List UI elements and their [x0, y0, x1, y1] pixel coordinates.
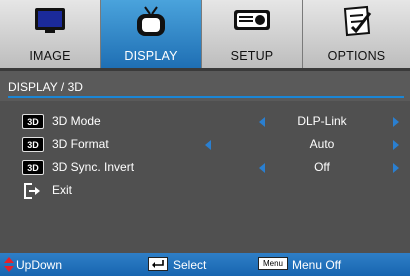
tab-image[interactable]: IMAGE: [0, 0, 101, 68]
tab-options-label: OPTIONS: [327, 49, 386, 63]
menu-item-label: Exit: [52, 183, 73, 197]
menu-item-label: 3D Format: [52, 137, 109, 151]
3d-badge-icon: 3D: [22, 160, 44, 175]
updown-arrow-icon: [4, 257, 14, 272]
tab-image-label: IMAGE: [29, 49, 71, 63]
right-arrow-icon[interactable]: [393, 140, 399, 150]
tab-bar: IMAGE DISPLAY SETUP OPTIONS: [0, 0, 410, 68]
tab-display-label: DISPLAY: [124, 49, 178, 63]
menu-key-icon: Menu: [258, 257, 288, 270]
projector-icon: [234, 10, 270, 30]
menu-item-value: Off: [314, 160, 330, 174]
right-arrow-icon[interactable]: [393, 117, 399, 127]
menu-item-label: 3D Mode: [52, 114, 101, 128]
menu-item-exit[interactable]: Exit: [0, 180, 410, 202]
checklist-icon: [343, 5, 371, 37]
menu-item-3d-format[interactable]: 3D 3D Format Auto: [0, 134, 410, 156]
tab-options[interactable]: OPTIONS: [303, 0, 410, 68]
3d-badge-icon: 3D: [22, 114, 44, 129]
menu-item-value: Auto: [309, 137, 335, 151]
osd-menu: IMAGE DISPLAY SETUP OPTIONS DISPLAY / 3D…: [0, 0, 410, 276]
tab-setup[interactable]: SETUP: [202, 0, 303, 68]
tab-display[interactable]: DISPLAY: [101, 0, 202, 68]
right-arrow-icon[interactable]: [393, 163, 399, 173]
exit-icon: [24, 183, 40, 199]
breadcrumb-underline: [8, 96, 404, 98]
footer-select-label: Select: [173, 258, 207, 272]
menu-item-value: DLP-Link: [297, 114, 347, 128]
footer-updown-label: UpDown: [16, 258, 63, 272]
left-arrow-icon[interactable]: [259, 117, 265, 127]
3d-badge-icon: 3D: [22, 137, 44, 152]
enter-key-icon: [148, 257, 168, 271]
tab-setup-label: SETUP: [230, 49, 274, 63]
left-arrow-icon[interactable]: [259, 163, 265, 173]
tv-icon: [137, 6, 165, 36]
breadcrumb: DISPLAY / 3D: [8, 80, 83, 94]
monitor-icon: [35, 8, 65, 33]
left-arrow-icon[interactable]: [205, 140, 211, 150]
menu-item-3d-mode[interactable]: 3D 3D Mode DLP-Link: [0, 111, 410, 133]
footer-bar: UpDown Select Menu Menu Off: [0, 253, 410, 276]
footer-menu-off-label: Menu Off: [292, 258, 342, 272]
menu-item-3d-sync-invert[interactable]: 3D 3D Sync. Invert Off: [0, 157, 410, 179]
menu-item-label: 3D Sync. Invert: [52, 160, 135, 174]
